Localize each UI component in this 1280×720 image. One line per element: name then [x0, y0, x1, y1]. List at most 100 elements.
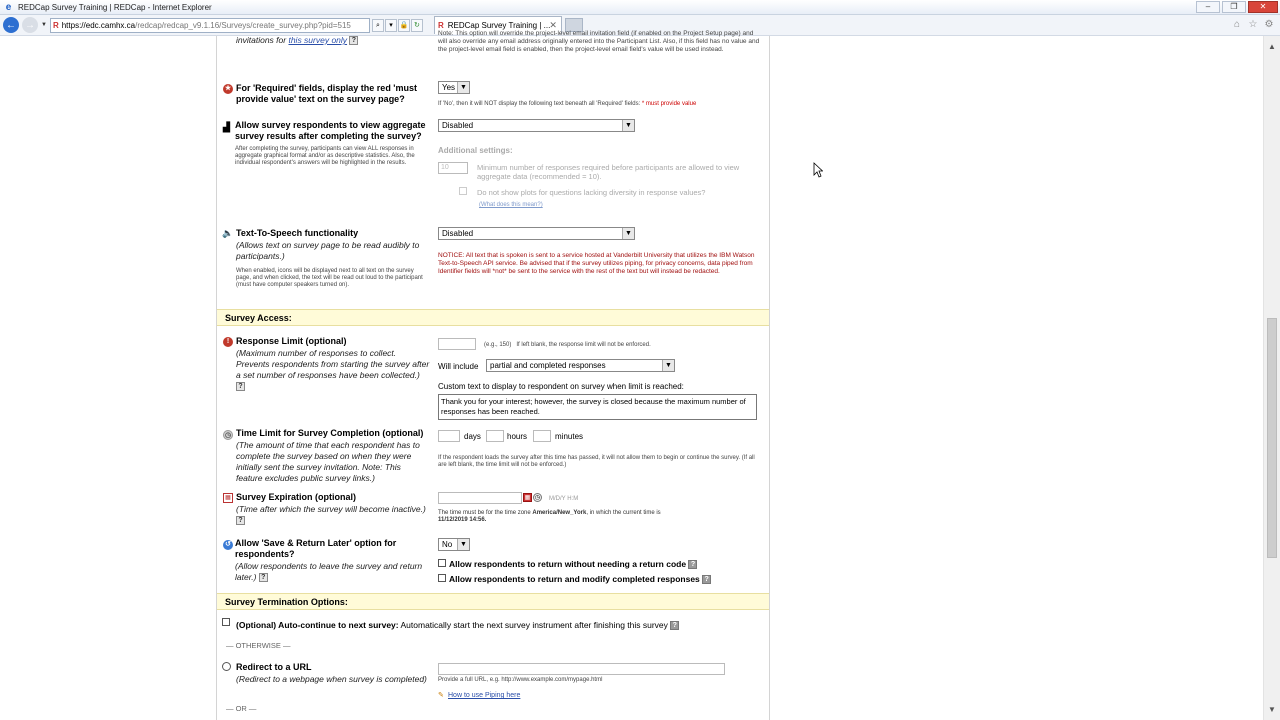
- redirect-url-label: Redirect to a URL: [236, 662, 312, 672]
- expiration-desc: (Time after which the survey will become…: [236, 504, 426, 526]
- return-modify-label: Allow respondents to return and modify c…: [449, 574, 712, 585]
- this-survey-only-link[interactable]: this survey only: [288, 35, 347, 45]
- must-provide-value-text: * must provide value: [641, 101, 697, 107]
- what-does-this-mean-link[interactable]: (What does this mean?): [479, 202, 543, 208]
- help-icon[interactable]: ?: [688, 560, 698, 570]
- settings-gear-icon[interactable]: ⚙: [1262, 18, 1276, 32]
- tab-title: REDCap Survey Training | ...: [447, 21, 551, 30]
- tab-favicon-icon: R: [437, 21, 444, 30]
- redirect-url-input[interactable]: [438, 663, 725, 675]
- return-modify-checkbox[interactable]: [438, 574, 446, 582]
- help-icon[interactable]: ?: [258, 573, 268, 583]
- days-input[interactable]: [438, 430, 460, 442]
- vertical-scrollbar[interactable]: ▲ ▼: [1263, 36, 1280, 720]
- hours-label: hours: [507, 432, 528, 441]
- auto-continue-label: (Optional) Auto-continue to next survey:…: [236, 620, 680, 631]
- timezone-note-prefix: The time must be for the time zone: [438, 510, 531, 516]
- home-icon[interactable]: ⌂: [1230, 18, 1244, 32]
- email-field-fragment-text: invitations for: [236, 35, 287, 45]
- required-fields-note-text: If 'No', then it will NOT display the fo…: [438, 101, 641, 107]
- required-fields-select[interactable]: Yes ▼: [438, 81, 470, 94]
- response-limit-desc: (Maximum number of responses to collect.…: [236, 348, 430, 392]
- help-icon[interactable]: ?: [236, 516, 245, 526]
- help-icon[interactable]: ?: [349, 36, 359, 46]
- lock-icon[interactable]: 🔒: [397, 18, 410, 32]
- min-responses-input[interactable]: 10: [438, 162, 468, 174]
- time-limit-label: Time Limit for Survey Completion (option…: [236, 428, 424, 438]
- now-clock-icon[interactable]: ◷: [533, 493, 542, 502]
- scrollbar-thumb[interactable]: [1267, 318, 1277, 558]
- no-plots-checkbox[interactable]: [459, 187, 467, 195]
- search-icon[interactable]: ⌕: [371, 18, 384, 32]
- chevron-down-icon: ▼: [662, 360, 674, 371]
- response-limit-hint: (e.g., 150) If left blank, the response …: [484, 342, 769, 349]
- minutes-input[interactable]: [533, 430, 551, 442]
- save-return-icon: ↺: [223, 540, 233, 550]
- forward-arrow-icon: →: [25, 19, 35, 31]
- return-without-code-checkbox[interactable]: [438, 559, 446, 567]
- min-responses-text: Minimum number of responses required bef…: [477, 163, 740, 181]
- expiration-desc-text: (Time after which the survey will become…: [236, 504, 426, 514]
- datepicker-calendar-icon[interactable]: ▦: [523, 493, 532, 502]
- address-bar[interactable]: R https://edc.camhx.ca/redcap/redcap_v9.…: [49, 17, 370, 33]
- required-star-icon: ★: [223, 84, 233, 94]
- return-without-code-label: Allow respondents to return without need…: [449, 559, 698, 570]
- refresh-icon[interactable]: ↻: [410, 18, 423, 32]
- save-return-select[interactable]: No ▼: [438, 538, 470, 551]
- scroll-down-arrow-icon[interactable]: ▼: [1268, 705, 1276, 714]
- forward-button[interactable]: →: [22, 17, 38, 33]
- required-fields-value: Yes: [442, 83, 456, 92]
- history-dropdown-icon[interactable]: ▼: [41, 22, 47, 28]
- bar-chart-icon: ▟: [223, 122, 230, 132]
- back-button[interactable]: ←: [3, 17, 19, 33]
- additional-settings-heading: Additional settings:: [438, 146, 513, 155]
- tts-select[interactable]: Disabled ▼: [438, 227, 635, 240]
- time-limit-desc: (The amount of time that each respondent…: [236, 440, 420, 483]
- response-limit-desc-text: (Maximum number of responses to collect.…: [236, 348, 430, 380]
- redirect-url-radio[interactable]: [222, 662, 231, 671]
- redirect-url-desc: (Redirect to a webpage when survey is co…: [236, 674, 427, 684]
- will-include-value: partial and completed responses: [490, 361, 606, 370]
- hours-input[interactable]: [486, 430, 504, 442]
- timezone-note: The time must be for the time zone Ameri…: [438, 510, 758, 524]
- date-format-hint: M/D/Y H:M: [549, 496, 579, 502]
- required-fields-note: If 'No', then it will NOT display the fo…: [438, 101, 768, 108]
- restore-button[interactable]: ❐: [1222, 1, 1246, 13]
- current-time: 11/12/2019 14:56.: [438, 517, 487, 523]
- piping-help-link[interactable]: How to use Piping here: [448, 692, 520, 699]
- expiration-input[interactable]: [438, 492, 522, 504]
- save-return-value: No: [442, 540, 453, 549]
- speaker-icon: 🔈: [222, 228, 234, 238]
- help-icon[interactable]: ?: [670, 621, 680, 631]
- will-include-select[interactable]: partial and completed responses ▼: [486, 359, 675, 372]
- aggregate-results-desc: After completing the survey, participant…: [235, 146, 415, 166]
- aggregate-results-select[interactable]: Disabled ▼: [438, 119, 635, 132]
- auto-continue-text: Automatically start the next survey inst…: [400, 620, 668, 630]
- custom-text-label: Custom text to display to respondent on …: [438, 382, 684, 391]
- time-limit-note: If the respondent loads the survey after…: [438, 455, 755, 468]
- survey-access-heading: Survey Access:: [217, 309, 769, 326]
- aggregate-results-value: Disabled: [442, 121, 474, 130]
- timezone-note-mid: , in which the current time is: [586, 510, 661, 516]
- response-limit-hint-text: If left blank, the response limit will n…: [516, 342, 651, 348]
- response-limit-input[interactable]: [438, 338, 476, 350]
- address-dropdown-icon[interactable]: ▾: [384, 18, 397, 32]
- response-limit-icon: !: [223, 337, 233, 347]
- aggregate-results-label: Allow survey respondents to view aggrega…: [235, 120, 426, 141]
- response-limit-label: Response Limit (optional): [236, 336, 347, 346]
- no-plots-text: Do not show plots for questions lacking …: [477, 188, 706, 197]
- scroll-up-arrow-icon[interactable]: ▲: [1268, 42, 1276, 51]
- return-without-code-text: Allow respondents to return without need…: [449, 559, 687, 569]
- otherwise-divider: — OTHERWISE —: [226, 641, 291, 650]
- help-icon[interactable]: ?: [236, 382, 245, 392]
- help-icon[interactable]: ?: [702, 575, 712, 585]
- required-fields-label: For 'Required' fields, display the red '…: [236, 83, 417, 104]
- internet-explorer-icon: e: [5, 1, 12, 13]
- auto-continue-checkbox[interactable]: [222, 618, 230, 626]
- window-title: REDCap Survey Training | REDCap - Intern…: [18, 2, 212, 12]
- custom-text-textarea[interactable]: Thank you for your interest; however, th…: [438, 394, 757, 420]
- mouse-cursor-icon: [813, 162, 823, 178]
- close-window-button[interactable]: ✕: [1248, 1, 1278, 13]
- minimize-button[interactable]: –: [1196, 1, 1220, 13]
- favorites-star-icon[interactable]: ☆: [1246, 18, 1260, 32]
